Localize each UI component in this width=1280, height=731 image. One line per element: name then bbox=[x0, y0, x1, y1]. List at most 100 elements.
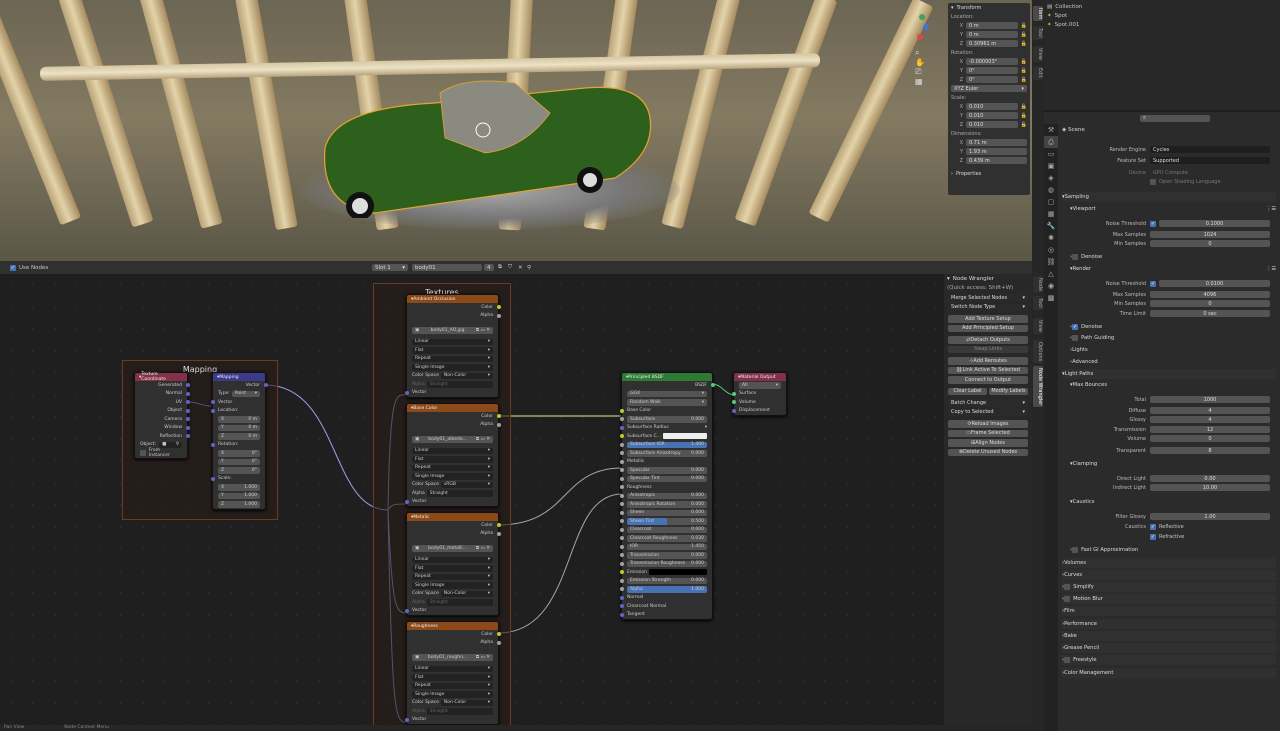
projection-select[interactable]: Flat ▾ bbox=[412, 674, 493, 681]
pin-icon[interactable]: ⚲ bbox=[527, 265, 531, 271]
input-socket[interactable] bbox=[619, 408, 624, 413]
panel-title[interactable]: Transform bbox=[957, 5, 982, 11]
scale-x-field[interactable]: 0.010 bbox=[966, 103, 1018, 110]
view-layer-icon[interactable]: ▣ bbox=[1044, 160, 1058, 172]
input-socket[interactable] bbox=[619, 570, 624, 575]
mapping-rot-field[interactable]: Y 0° bbox=[218, 458, 260, 465]
lock-icon[interactable]: 🔓 bbox=[1021, 122, 1027, 128]
nw-button[interactable]: Merge Selected Nodes ▾ bbox=[948, 294, 1028, 302]
panel-header[interactable]: ▾ Viewport ⋮☰ bbox=[1062, 204, 1276, 214]
source-select[interactable]: Single Image ▾ bbox=[412, 364, 493, 371]
prop-field[interactable]: 0 bbox=[1150, 240, 1270, 247]
tab-node-wrangler[interactable]: Node Wrangler bbox=[1033, 366, 1043, 408]
bsdf-field[interactable]: Emission Strength 0.000 bbox=[627, 577, 707, 584]
panel-header[interactable]: ▾ Render ⋮☰ bbox=[1062, 264, 1276, 274]
panel-header[interactable]: › Performance bbox=[1062, 619, 1276, 629]
output-socket[interactable] bbox=[185, 408, 190, 413]
panel-header[interactable]: › Grease Pencil bbox=[1062, 643, 1276, 653]
threshold-checkbox[interactable]: ✓ bbox=[1150, 220, 1156, 227]
fake-user-icon[interactable]: ⛉ bbox=[508, 264, 512, 271]
bsdf-field[interactable]: Transmission Roughness 0.000 bbox=[627, 560, 707, 567]
prop-field[interactable]: 1000 bbox=[1150, 396, 1270, 403]
panel-header[interactable]: › Volumes bbox=[1062, 558, 1276, 568]
input-socket[interactable] bbox=[731, 391, 736, 396]
modifier-icon[interactable]: 🔧 bbox=[1044, 220, 1058, 232]
input-socket[interactable] bbox=[619, 442, 624, 447]
input-socket[interactable] bbox=[619, 510, 624, 515]
extension-select[interactable]: Repeat ▾ bbox=[412, 355, 493, 362]
bsdf-field[interactable]: IOR 1.450 bbox=[627, 543, 707, 550]
color-socket[interactable] bbox=[496, 414, 501, 419]
node-header[interactable]: ▾ Material Output bbox=[734, 373, 786, 381]
lock-icon[interactable]: 🔓 bbox=[1021, 23, 1027, 29]
outliner-item[interactable]: Spot bbox=[1055, 13, 1068, 19]
panel-header[interactable]: › Freestyle bbox=[1062, 655, 1276, 665]
navigation-gizmo[interactable]: ⌕ ✋ ⎚ ▦ bbox=[915, 14, 929, 104]
mapping-loc-field[interactable]: X0 m bbox=[218, 416, 260, 423]
source-select[interactable]: Single Image ▾ bbox=[412, 691, 493, 698]
output-socket[interactable] bbox=[185, 391, 190, 396]
alpha-socket[interactable] bbox=[496, 531, 501, 536]
bsdf-field[interactable]: Subsurface IOR 1.400 bbox=[627, 441, 707, 448]
panel-checkbox[interactable] bbox=[1064, 657, 1071, 663]
constraints-icon[interactable]: ⛓ bbox=[1044, 256, 1058, 268]
rot-z-field[interactable]: 0° bbox=[966, 76, 1018, 83]
dimension-field[interactable]: 1.93 m bbox=[966, 148, 1027, 155]
node-header[interactable]: ▾ Texture Coordinate bbox=[135, 372, 187, 382]
node-mapping[interactable]: ▾ Mapping Vector Type: Point ▾ Vector Loca… bbox=[210, 372, 268, 510]
scale-z-field[interactable]: 0.010 bbox=[966, 121, 1018, 128]
camera-icon[interactable]: ⎚ bbox=[915, 67, 929, 77]
outliner-item[interactable]: Collection bbox=[1055, 4, 1082, 10]
panel-header[interactable]: › Film bbox=[1062, 606, 1276, 616]
color-socket[interactable] bbox=[496, 523, 501, 528]
bsdf-row[interactable]: Subsurface Radius ▾ bbox=[627, 425, 707, 432]
rot-y-field[interactable]: 0° bbox=[966, 67, 1018, 74]
node-texture-coordinate[interactable]: ▾ Texture Coordinate Generated Normal UV Ob… bbox=[134, 372, 190, 459]
color-space-select[interactable]: Non-Color ▾ bbox=[440, 372, 493, 379]
material-field[interactable]: body01 bbox=[412, 264, 482, 271]
dimension-field[interactable]: 0.71 m bbox=[966, 139, 1027, 146]
output-socket[interactable] bbox=[710, 383, 715, 388]
alpha-socket[interactable] bbox=[496, 313, 501, 318]
bsdf-color-row[interactable]: Subsurface C... bbox=[627, 433, 707, 440]
distribution-select[interactable]: GGX ▾ bbox=[627, 390, 707, 397]
input-socket[interactable] bbox=[210, 442, 215, 447]
panel-header[interactable]: ▾ Caustics bbox=[1062, 497, 1276, 507]
panel-header[interactable]: ▾ Max Bounces bbox=[1062, 380, 1276, 390]
nw-button[interactable]: ⟳ Reload Images bbox=[948, 420, 1028, 428]
nw-button[interactable]: ⊗ Delete Unused Nodes bbox=[948, 448, 1028, 456]
loc-z-field[interactable]: 0.30961 m bbox=[966, 40, 1018, 47]
panel-header[interactable]: › Advanced bbox=[1062, 357, 1276, 367]
panel-header[interactable]: › Fast GI Approximation bbox=[1062, 545, 1276, 555]
input-socket[interactable] bbox=[210, 400, 215, 405]
output-socket[interactable] bbox=[185, 383, 190, 388]
mapping-scale-field[interactable]: Z 1.000 bbox=[218, 501, 260, 508]
bsdf-field[interactable]: Subsurface 0.000 bbox=[627, 416, 707, 423]
bsdf-field[interactable]: Anisotropic Rotation 0.000 bbox=[627, 501, 707, 508]
image-datablock[interactable]: ▣ body01_albedo... ⧉ ▭ ✕ bbox=[412, 436, 493, 443]
vector-socket[interactable] bbox=[404, 499, 409, 504]
lock-icon[interactable]: 🔓 bbox=[1021, 32, 1027, 38]
tab-item[interactable]: Item bbox=[1033, 6, 1043, 22]
gizmo-y-icon[interactable] bbox=[919, 14, 925, 20]
input-socket[interactable] bbox=[619, 553, 624, 558]
mapping-loc-field[interactable]: Z0 m bbox=[218, 433, 260, 440]
panel-header[interactable]: ▾ Clamping bbox=[1062, 459, 1276, 469]
lock-icon[interactable]: 🔓 bbox=[1021, 41, 1027, 47]
panel-checkbox[interactable] bbox=[1072, 547, 1079, 553]
prop-field[interactable]: 12 bbox=[1150, 426, 1270, 433]
grid-icon[interactable]: ▦ bbox=[915, 77, 929, 86]
alpha-socket[interactable] bbox=[496, 422, 501, 427]
nw-button[interactable]: ⊹ Add Reroutes bbox=[948, 357, 1028, 365]
color-space-select[interactable]: Non-Color ▾ bbox=[440, 590, 493, 597]
node-header[interactable]: ▾ Roughness bbox=[407, 622, 498, 630]
mapping-rot-field[interactable]: Z 0° bbox=[218, 467, 260, 474]
alpha-mode-select[interactable]: Straight bbox=[426, 599, 493, 606]
interpolation-select[interactable]: Linear ▾ bbox=[412, 556, 493, 563]
from-instancer-checkbox[interactable] bbox=[140, 450, 146, 457]
alpha-socket[interactable] bbox=[496, 640, 501, 645]
threshold-checkbox[interactable]: ✓ bbox=[1150, 280, 1156, 287]
gizmo-z-icon[interactable] bbox=[923, 24, 929, 30]
panel-header[interactable]: › Denoise bbox=[1062, 252, 1276, 262]
nw-button[interactable]: Swap Links bbox=[948, 345, 1028, 353]
